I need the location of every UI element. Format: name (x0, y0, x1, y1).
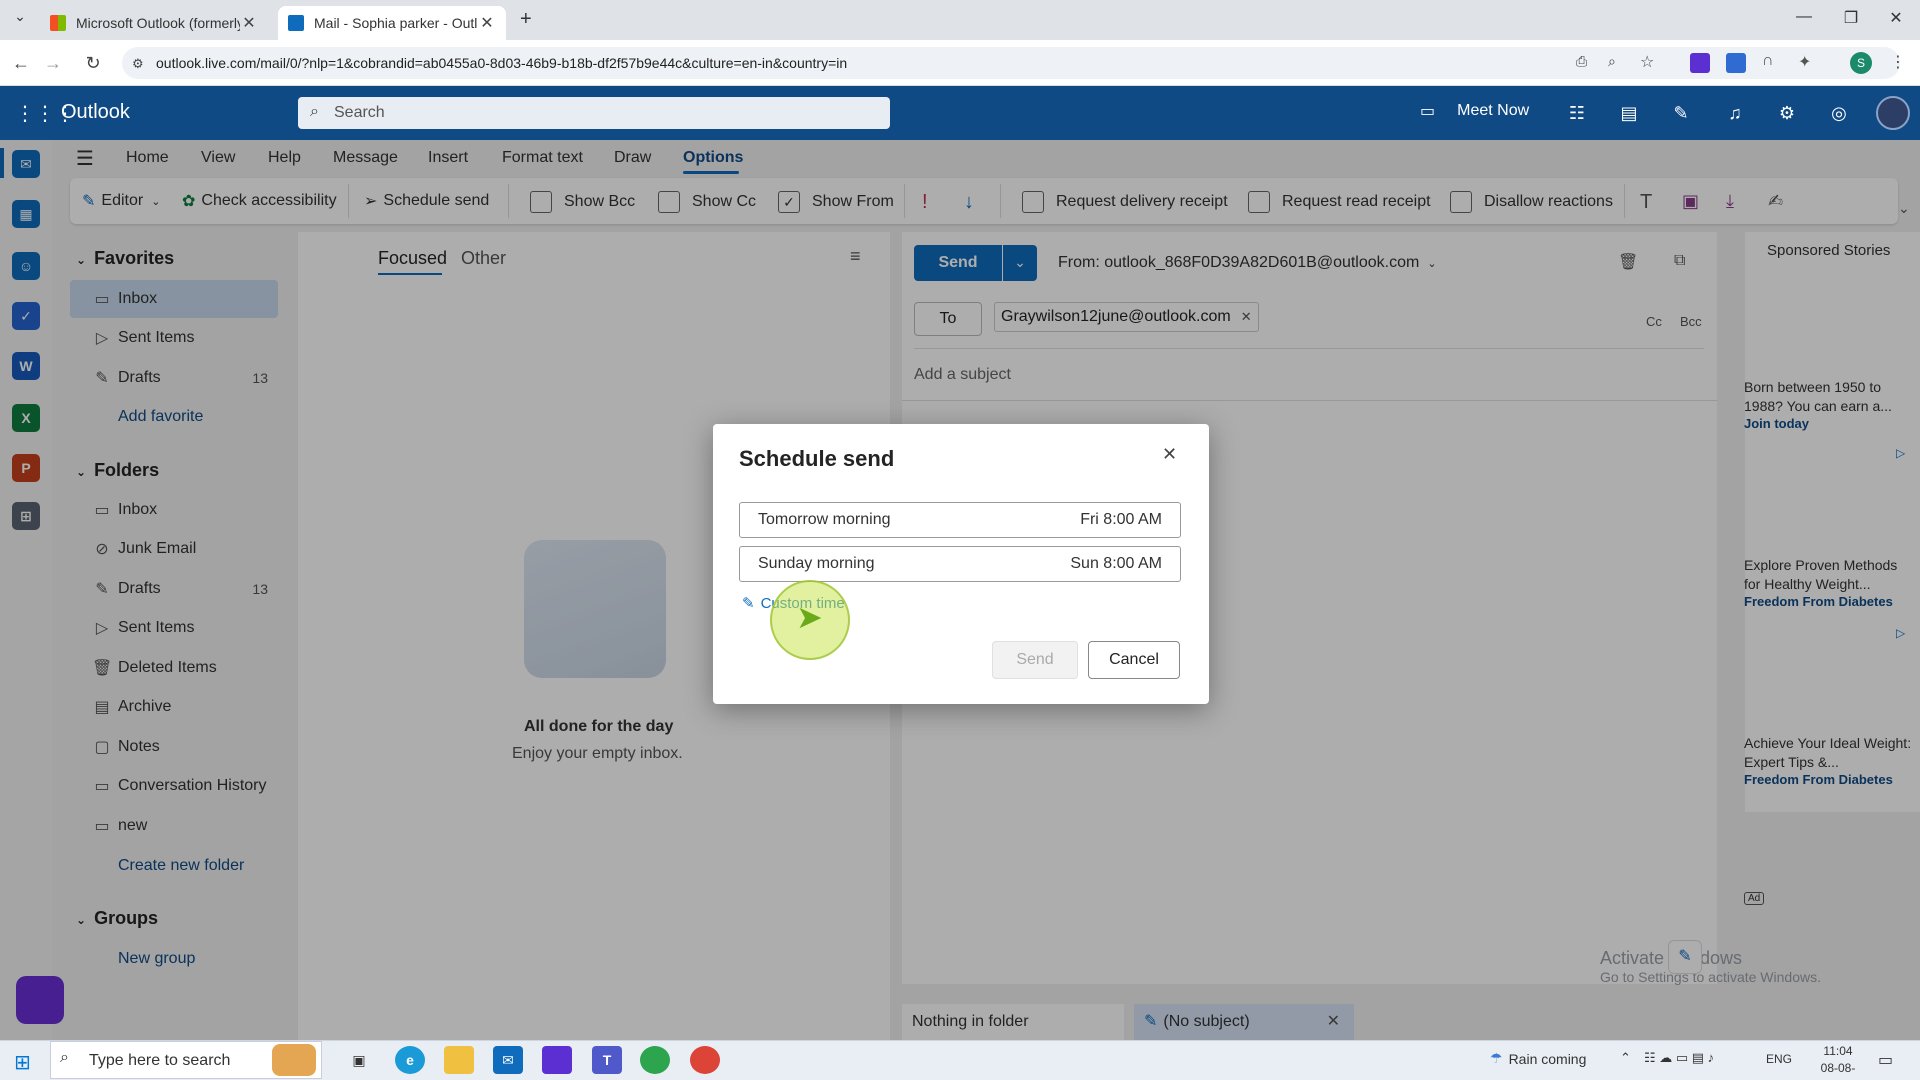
extensions-puzzle-icon[interactable]: ✦ (1798, 52, 1811, 72)
meet-now-button[interactable]: ▭ Meet Now (1420, 101, 1529, 121)
extension-icon[interactable]: ∩ (1762, 52, 1774, 70)
language-indicator[interactable]: ENG (1766, 1052, 1792, 1066)
browser-menu-icon[interactable]: ⋮ (1890, 52, 1906, 72)
tab-list-chevron-icon[interactable]: ⌄ (8, 8, 32, 32)
task-view-icon[interactable]: ▣ (344, 1046, 374, 1074)
tray-chevron-icon[interactable]: ⌃ (1620, 1050, 1631, 1066)
url-text: outlook.live.com/mail/0/?nlp=1&cobrandid… (156, 55, 848, 71)
browser-tab-mail[interactable]: Mail - Sophia parker - Outlook ✕ (278, 6, 506, 40)
minimize-icon[interactable]: — (1784, 8, 1824, 26)
back-icon[interactable]: ← (8, 50, 34, 76)
video-camera-icon: ▭ (1420, 103, 1436, 120)
extension-icon[interactable] (1726, 53, 1746, 73)
onenote-feed-icon[interactable]: ▤ (1616, 100, 1642, 126)
forward-icon[interactable]: → (40, 50, 66, 76)
pencil-icon: ✎ (742, 595, 755, 612)
teams-icon[interactable]: ☷ (1564, 100, 1590, 126)
new-tab-button[interactable]: + (520, 8, 532, 31)
file-explorer-icon[interactable] (444, 1046, 474, 1074)
browser-tab-outlook-home[interactable]: Microsoft Outlook (formerly Ho ✕ (40, 6, 268, 40)
rain-icon: ☂ (1490, 1050, 1503, 1066)
microsoft-logo-icon (50, 15, 66, 31)
app-title[interactable]: Outlook (61, 101, 130, 124)
account-avatar[interactable] (1876, 96, 1910, 130)
meet-now-label: Meet Now (1457, 102, 1530, 119)
mail-icon[interactable]: ✉ (493, 1046, 523, 1074)
reload-icon[interactable]: ↻ (80, 50, 106, 76)
option-label: Tomorrow morning (758, 511, 891, 528)
install-app-icon[interactable]: ⎙ (1576, 53, 1587, 70)
dialog-send-button[interactable]: Send (992, 641, 1078, 679)
search-input[interactable]: Search (298, 97, 890, 129)
search-icon: ⌕ (310, 103, 319, 120)
my-day-icon[interactable]: ✎ (1668, 100, 1694, 126)
close-window-icon[interactable]: ✕ (1876, 8, 1916, 28)
zoom-icon[interactable]: ⌕ (1608, 53, 1616, 70)
chrome-icon[interactable] (690, 1046, 720, 1074)
outlook-logo-icon (288, 15, 304, 31)
teams-icon[interactable]: T (592, 1046, 622, 1074)
tray-icons[interactable]: ☷ ☁ ▭ ▤ ♪ (1644, 1050, 1714, 1066)
close-tab-icon[interactable]: ✕ (478, 13, 496, 33)
notification-center-icon[interactable]: ▭ (1878, 1050, 1893, 1070)
profile-avatar[interactable]: S (1850, 52, 1872, 74)
cursor-pointer-icon: ➤ (796, 599, 823, 635)
restore-icon[interactable]: ❐ (1831, 8, 1871, 28)
tips-lightbulb-icon[interactable]: ◎ (1826, 100, 1852, 126)
option-tomorrow-morning[interactable]: Tomorrow morning Fri 8:00 AM (739, 502, 1181, 538)
dialog-close-icon[interactable]: ✕ (1162, 444, 1177, 465)
browser-tab-title: Microsoft Outlook (formerly Ho (76, 15, 240, 31)
windows-start-icon[interactable]: ⊞ (14, 1050, 31, 1075)
option-time: Fri 8:00 AM (1080, 511, 1162, 528)
clock-date: 08-08-2024 (1820, 1061, 1856, 1080)
clock[interactable]: 11:04 08-08-2024 (1808, 1043, 1868, 1080)
weather-label: Rain coming (1508, 1050, 1587, 1067)
option-label: Sunday morning (758, 555, 875, 572)
option-time: Sun 8:00 AM (1070, 555, 1162, 572)
power-automate-icon[interactable] (542, 1046, 572, 1074)
edge-icon[interactable]: e (395, 1046, 425, 1074)
close-tab-icon[interactable]: ✕ (240, 13, 258, 33)
chrome-icon[interactable] (640, 1046, 670, 1074)
site-info-icon[interactable]: ⚙ (132, 56, 144, 72)
address-bar[interactable]: outlook.live.com/mail/0/?nlp=1&cobrandid… (122, 47, 1900, 79)
dialog-cancel-button[interactable]: Cancel (1088, 641, 1180, 679)
taskbar-search-placeholder: Type here to search (89, 1052, 231, 1069)
clock-time: 11:04 (1823, 1044, 1853, 1058)
extension-icon[interactable] (1690, 53, 1710, 73)
settings-gear-icon[interactable]: ⚙ (1774, 100, 1800, 126)
search-placeholder: Search (334, 104, 385, 121)
search-icon: ⌕ (60, 1049, 69, 1066)
browser-tab-title: Mail - Sophia parker - Outlook (314, 15, 478, 31)
notifications-bell-icon[interactable]: ♫ (1722, 100, 1748, 126)
bookmark-star-icon[interactable]: ☆ (1640, 52, 1654, 72)
weather-widget[interactable]: ☂ Rain coming (1490, 1050, 1586, 1067)
cat-illustration (272, 1044, 316, 1076)
option-sunday-morning[interactable]: Sunday morning Sun 8:00 AM (739, 546, 1181, 582)
dialog-title: Schedule send (739, 446, 895, 471)
